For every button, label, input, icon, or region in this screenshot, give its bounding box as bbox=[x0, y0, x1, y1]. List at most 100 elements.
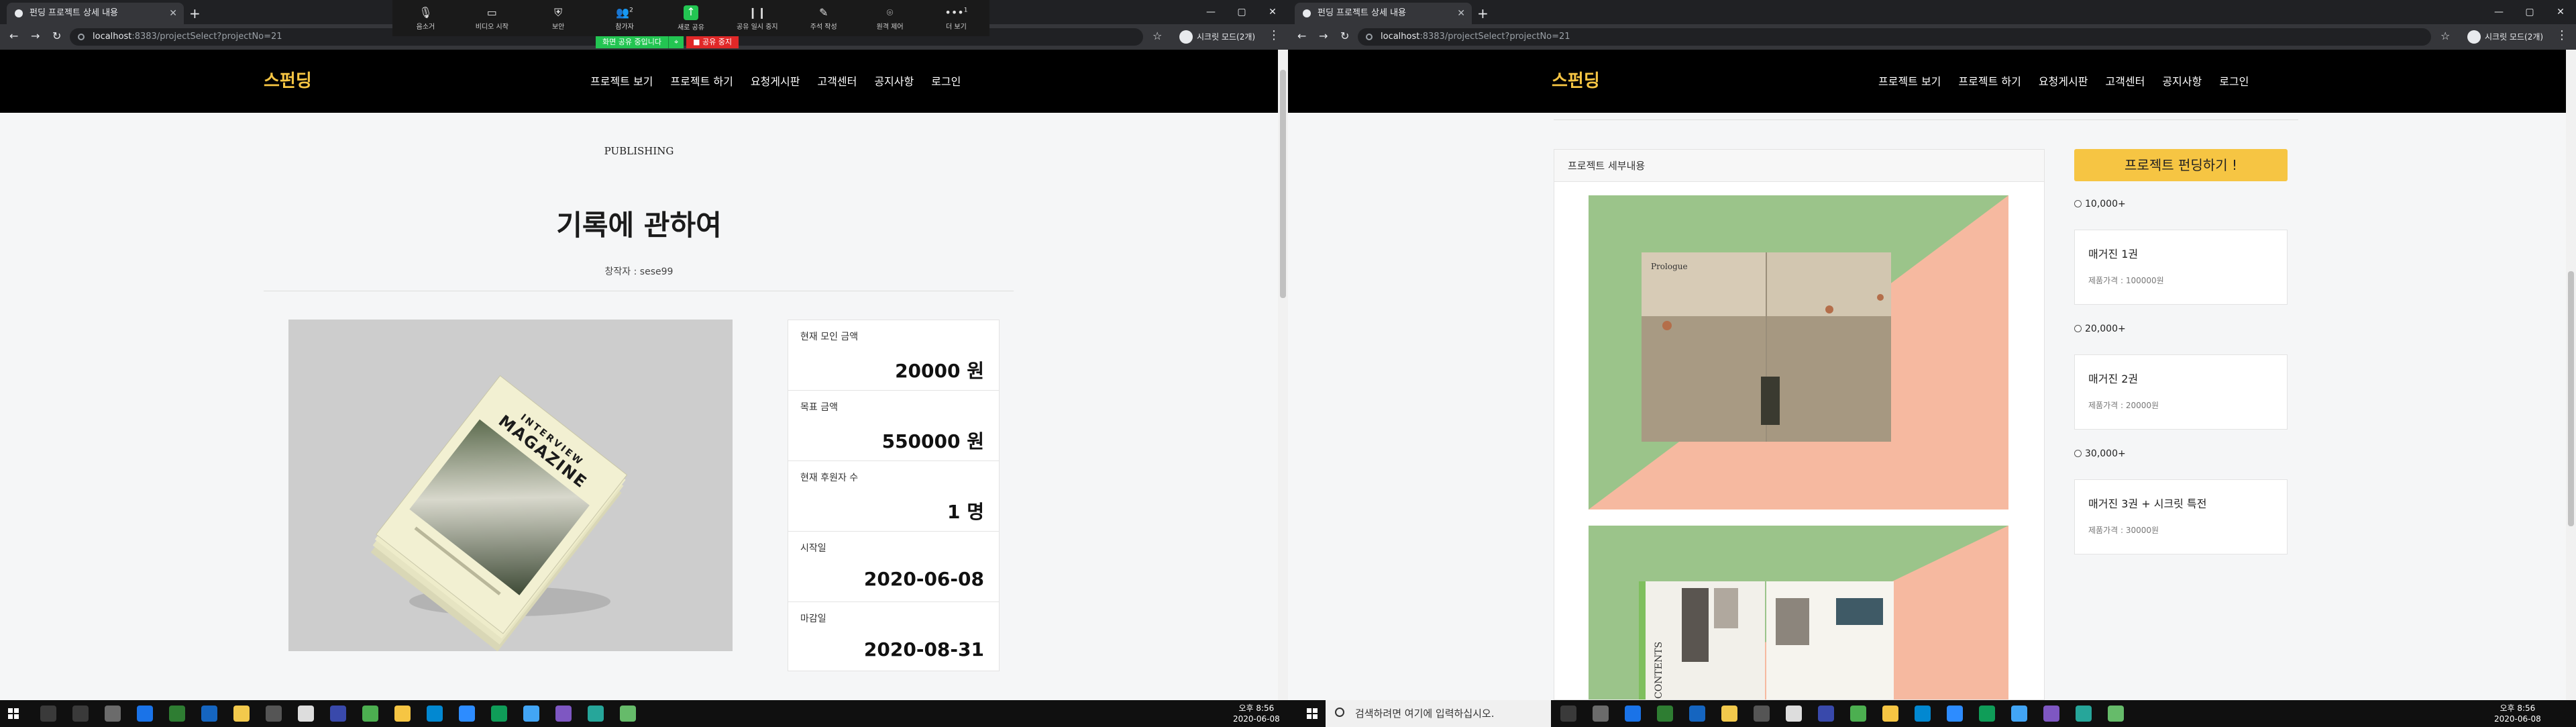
ie-icon[interactable] bbox=[1915, 706, 1931, 722]
nav-item-notice[interactable]: 공지사항 bbox=[874, 72, 914, 89]
reload-icon[interactable]: ↻ bbox=[52, 30, 61, 42]
url-field[interactable]: localhost:8383/projectSelect?projectNo=2… bbox=[1358, 28, 2431, 46]
stop-share-button[interactable]: ■ 공유 중지 bbox=[686, 36, 739, 48]
incognito-indicator[interactable]: 시크릿 모드(2개) bbox=[2467, 30, 2543, 44]
app-icon[interactable] bbox=[330, 706, 346, 722]
nav-item-login[interactable]: 로그인 bbox=[931, 72, 961, 89]
app-icon[interactable] bbox=[1593, 706, 1609, 722]
app-icon[interactable] bbox=[105, 706, 121, 722]
browser-tab[interactable]: 펀딩 프로젝트 상세 내용 ✕ bbox=[7, 3, 184, 24]
app-icon[interactable] bbox=[201, 706, 217, 722]
app-icon[interactable] bbox=[588, 706, 604, 722]
chrome-icon[interactable] bbox=[362, 706, 378, 722]
app-icon[interactable] bbox=[1979, 706, 1995, 722]
close-window-icon[interactable]: ✕ bbox=[1257, 0, 1288, 24]
search-icon[interactable] bbox=[40, 706, 56, 722]
nav-item-login[interactable]: 로그인 bbox=[2219, 72, 2249, 89]
bookmark-star-icon[interactable]: ☆ bbox=[2440, 30, 2450, 42]
start-button-left[interactable] bbox=[0, 700, 27, 727]
task-view-icon[interactable] bbox=[1560, 706, 1576, 722]
nav-item-request-board[interactable]: 요청게시판 bbox=[2039, 72, 2088, 89]
incognito-indicator[interactable]: 시크릿 모드(2개) bbox=[1179, 30, 1255, 44]
kakaotalk-icon[interactable] bbox=[1882, 706, 1898, 722]
nav-item-start-project[interactable]: 프로젝트 하기 bbox=[1958, 72, 2021, 89]
task-view-icon[interactable] bbox=[72, 706, 89, 722]
fund-project-button[interactable]: 프로젝트 펀딩하기 ! bbox=[2074, 149, 2288, 181]
radio-icon[interactable] bbox=[2074, 450, 2082, 457]
chrome-icon[interactable] bbox=[1850, 706, 1866, 722]
menu-icon[interactable]: ⋮ bbox=[1268, 28, 1280, 42]
scrollbar-thumb[interactable] bbox=[1280, 70, 1286, 298]
app-icon[interactable] bbox=[1754, 706, 1770, 722]
sharing-pin-icon[interactable]: ⌖ bbox=[667, 36, 684, 48]
radio-icon[interactable] bbox=[2074, 325, 2082, 332]
reload-icon[interactable]: ↻ bbox=[1340, 30, 1349, 42]
reward-card[interactable]: 매거진 1권 제품가격 : 100000원 bbox=[2074, 230, 2288, 305]
zoom-video-button[interactable]: ▭ 비디오 시작 bbox=[468, 6, 515, 31]
nav-item-customer-center[interactable]: 고객센터 bbox=[817, 72, 857, 89]
maximize-icon[interactable]: ▢ bbox=[2514, 0, 2545, 24]
page-scrollbar[interactable] bbox=[2566, 50, 2576, 700]
nav-item-view-projects[interactable]: 프로젝트 보기 bbox=[590, 72, 653, 89]
radio-icon[interactable] bbox=[2074, 200, 2082, 207]
nav-item-start-project[interactable]: 프로젝트 하기 bbox=[670, 72, 733, 89]
app-icon[interactable] bbox=[620, 706, 636, 722]
reward-tier-radio[interactable]: 20,000+ bbox=[2074, 324, 2126, 334]
taskbar-search-box[interactable]: 검색하려면 여기에 입력하십시오. bbox=[1326, 700, 1551, 727]
zoom-icon[interactable] bbox=[459, 706, 475, 722]
site-logo[interactable]: 스펀딩 bbox=[264, 67, 312, 92]
close-tab-icon[interactable]: ✕ bbox=[169, 3, 177, 24]
app-icon[interactable] bbox=[2076, 706, 2092, 722]
maximize-icon[interactable]: ▢ bbox=[1226, 0, 1257, 24]
scrollbar-thumb[interactable] bbox=[2568, 271, 2574, 526]
zoom-more-button[interactable]: •••1 더 보기 bbox=[932, 6, 979, 31]
nav-item-request-board[interactable]: 요청게시판 bbox=[751, 72, 800, 89]
zoom-mute-button[interactable]: 🎙 음소거 bbox=[402, 6, 449, 31]
new-tab-button[interactable]: + bbox=[1477, 3, 1489, 24]
app-icon[interactable] bbox=[169, 706, 185, 722]
bookmark-star-icon[interactable]: ☆ bbox=[1152, 30, 1162, 42]
menu-icon[interactable]: ⋮ bbox=[2556, 28, 2568, 42]
kakaotalk-icon[interactable] bbox=[394, 706, 411, 722]
system-clock-right[interactable]: 오후 8:56 2020-06-08 bbox=[2494, 703, 2541, 724]
site-info-icon[interactable] bbox=[78, 34, 85, 40]
forward-icon[interactable]: → bbox=[1319, 30, 1328, 42]
new-tab-button[interactable]: + bbox=[189, 3, 201, 24]
app-icon[interactable] bbox=[266, 706, 282, 722]
site-info-icon[interactable] bbox=[1366, 34, 1373, 40]
system-clock-left[interactable]: 오후 8:56 2020-06-08 bbox=[1233, 703, 1280, 724]
app-icon[interactable] bbox=[1818, 706, 1834, 722]
app-icon[interactable] bbox=[491, 706, 507, 722]
app-icon[interactable] bbox=[1689, 706, 1705, 722]
start-button[interactable] bbox=[1299, 700, 1326, 727]
folder-icon[interactable] bbox=[1721, 706, 1737, 722]
zoom-icon[interactable] bbox=[1947, 706, 1963, 722]
calculator-icon[interactable] bbox=[1786, 706, 1802, 722]
app-icon[interactable] bbox=[2043, 706, 2059, 722]
minimize-icon[interactable]: — bbox=[1195, 0, 1226, 24]
edge-icon[interactable] bbox=[137, 706, 153, 722]
zoom-annotate-button[interactable]: ✎ 주석 작성 bbox=[800, 6, 847, 31]
app-icon[interactable] bbox=[523, 706, 539, 722]
reward-card[interactable]: 매거진 3권 + 시크릿 특전 제품가격 : 30000원 bbox=[2074, 479, 2288, 554]
browser-tab[interactable]: 펀딩 프로젝트 상세 내용 ✕ bbox=[1295, 3, 1472, 24]
nav-item-customer-center[interactable]: 고객센터 bbox=[2105, 72, 2145, 89]
calculator-icon[interactable] bbox=[298, 706, 314, 722]
reward-tier-radio[interactable]: 30,000+ bbox=[2074, 448, 2126, 459]
app-icon[interactable] bbox=[1657, 706, 1673, 722]
site-logo[interactable]: 스펀딩 bbox=[1552, 67, 1600, 92]
minimize-icon[interactable]: — bbox=[2483, 0, 2514, 24]
zoom-remote-control-button[interactable]: ⌾ 원격 제어 bbox=[867, 6, 914, 31]
page-scrollbar[interactable] bbox=[1278, 50, 1288, 700]
zoom-participants-button[interactable]: 👥2 참가자 bbox=[601, 6, 648, 31]
app-icon[interactable] bbox=[2011, 706, 2027, 722]
ie-icon[interactable] bbox=[427, 706, 443, 722]
forward-icon[interactable]: → bbox=[31, 30, 40, 42]
reward-card[interactable]: 매거진 2권 제품가격 : 20000원 bbox=[2074, 354, 2288, 430]
zoom-security-button[interactable]: ⛨ 보안 bbox=[535, 6, 582, 31]
back-icon[interactable]: ← bbox=[1297, 30, 1306, 42]
close-window-icon[interactable]: ✕ bbox=[2545, 0, 2576, 24]
back-icon[interactable]: ← bbox=[9, 30, 18, 42]
zoom-pause-share-button[interactable]: ❙❙ 공유 일시 중지 bbox=[734, 6, 781, 31]
reward-tier-radio[interactable]: 10,000+ bbox=[2074, 199, 2126, 209]
